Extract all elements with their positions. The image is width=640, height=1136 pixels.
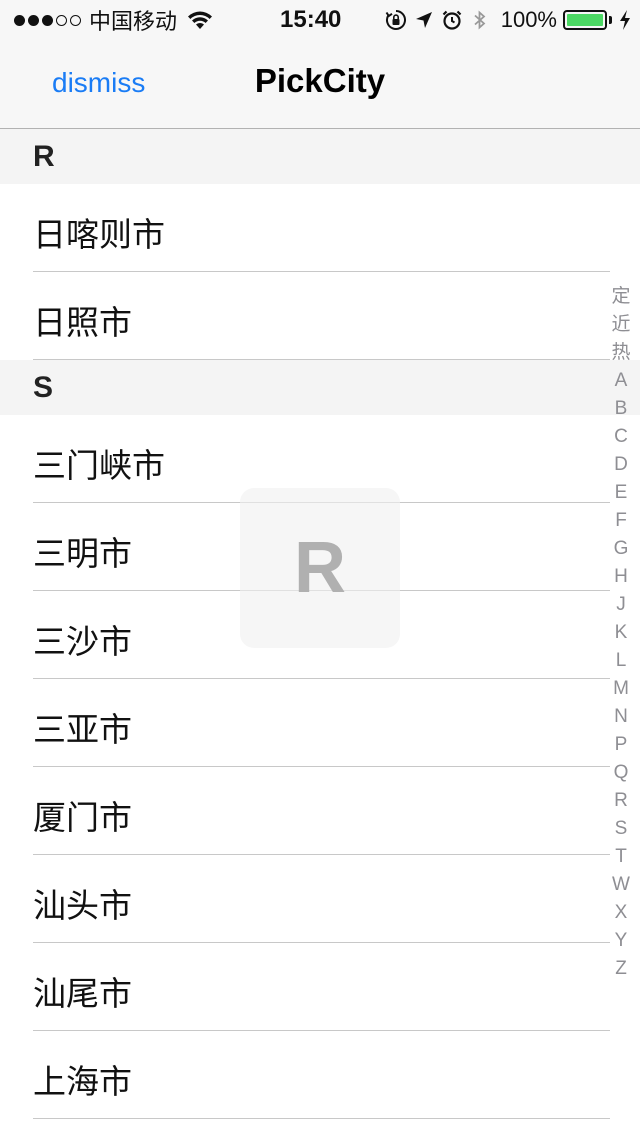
bluetooth-icon bbox=[474, 10, 486, 30]
index-item-s[interactable]: S bbox=[615, 815, 628, 843]
carrier-name: 中国移动 bbox=[89, 9, 178, 34]
index-item-w[interactable]: W bbox=[612, 871, 630, 899]
city-name: 三门峡市 bbox=[33, 447, 165, 484]
status-time: 15:40 bbox=[280, 6, 342, 33]
index-item-recent[interactable]: 近 bbox=[611, 311, 630, 339]
section-header-s: S bbox=[0, 360, 640, 415]
index-item-k[interactable]: K bbox=[615, 619, 628, 647]
city-name: 三明市 bbox=[33, 535, 132, 572]
status-bar: 中国移动 15:40 100% bbox=[0, 0, 640, 40]
index-item-z[interactable]: Z bbox=[615, 955, 627, 983]
city-row[interactable]: 日照市 bbox=[0, 272, 640, 360]
index-item-a[interactable]: A bbox=[615, 367, 628, 395]
section-index-bar[interactable]: 定 近 热 A B C D E F G H J K L M N P Q R S … bbox=[608, 283, 634, 983]
index-item-n[interactable]: N bbox=[614, 703, 628, 731]
city-name: 厦门市 bbox=[33, 799, 132, 836]
city-name: 日喀则市 bbox=[33, 216, 165, 253]
index-item-hot[interactable]: 热 bbox=[611, 339, 630, 367]
index-item-e[interactable]: E bbox=[615, 479, 628, 507]
navigation-bar: dismiss PickCity bbox=[0, 40, 640, 129]
city-name: 日照市 bbox=[33, 304, 132, 341]
signal-dot bbox=[70, 14, 81, 26]
battery-level bbox=[567, 14, 603, 26]
signal-dot bbox=[56, 14, 67, 26]
battery-percentage: 100% bbox=[500, 7, 557, 32]
overlay-letter: R bbox=[294, 528, 346, 608]
city-row[interactable]: 三亚市 bbox=[0, 679, 640, 767]
index-item-l[interactable]: L bbox=[616, 647, 627, 675]
city-name: 汕尾市 bbox=[33, 975, 132, 1012]
alarm-icon bbox=[442, 10, 461, 30]
city-name: 三亚市 bbox=[33, 711, 132, 748]
city-row[interactable]: 汕头市 bbox=[0, 855, 640, 943]
index-item-t[interactable]: T bbox=[615, 843, 627, 871]
signal-dot bbox=[28, 14, 39, 26]
city-row[interactable]: 日喀则市 bbox=[0, 184, 640, 272]
index-overlay: R bbox=[240, 488, 400, 648]
index-item-m[interactable]: M bbox=[613, 675, 629, 703]
page-title: PickCity bbox=[254, 62, 386, 99]
index-item-q[interactable]: Q bbox=[614, 759, 629, 787]
status-left: 中国移动 bbox=[14, 6, 213, 34]
city-row[interactable]: 厦门市 bbox=[0, 767, 640, 855]
charging-icon bbox=[620, 10, 630, 30]
city-row[interactable]: 汕尾市 bbox=[0, 943, 640, 1031]
index-item-f[interactable]: F bbox=[615, 507, 627, 535]
section-letter: S bbox=[33, 371, 54, 404]
city-name: 上海市 bbox=[33, 1063, 132, 1100]
section-header-r: R bbox=[0, 129, 640, 184]
index-item-p[interactable]: P bbox=[615, 731, 628, 759]
city-name: 汕头市 bbox=[33, 887, 132, 924]
battery-icon bbox=[563, 10, 607, 30]
city-row[interactable]: 上海市 bbox=[0, 1031, 640, 1119]
signal-dot bbox=[14, 14, 25, 26]
wifi-icon bbox=[188, 11, 213, 29]
battery-terminal bbox=[609, 16, 612, 24]
location-icon bbox=[415, 12, 432, 28]
index-item-x[interactable]: X bbox=[615, 899, 628, 927]
signal-dot bbox=[42, 14, 53, 26]
index-item-d[interactable]: D bbox=[614, 451, 628, 479]
index-item-y[interactable]: Y bbox=[615, 927, 628, 955]
city-name: 三沙市 bbox=[33, 623, 132, 660]
index-item-r[interactable]: R bbox=[614, 787, 628, 815]
index-item-g[interactable]: G bbox=[614, 535, 629, 563]
index-item-locate[interactable]: 定 bbox=[611, 283, 630, 311]
index-item-j[interactable]: J bbox=[616, 591, 626, 619]
signal-strength-icon bbox=[14, 14, 81, 26]
index-item-b[interactable]: B bbox=[615, 395, 628, 423]
rotation-lock-icon bbox=[385, 10, 406, 30]
section-letter: R bbox=[33, 140, 55, 173]
index-item-c[interactable]: C bbox=[614, 423, 628, 451]
status-right: 100% bbox=[385, 6, 632, 34]
index-item-h[interactable]: H bbox=[614, 563, 628, 591]
